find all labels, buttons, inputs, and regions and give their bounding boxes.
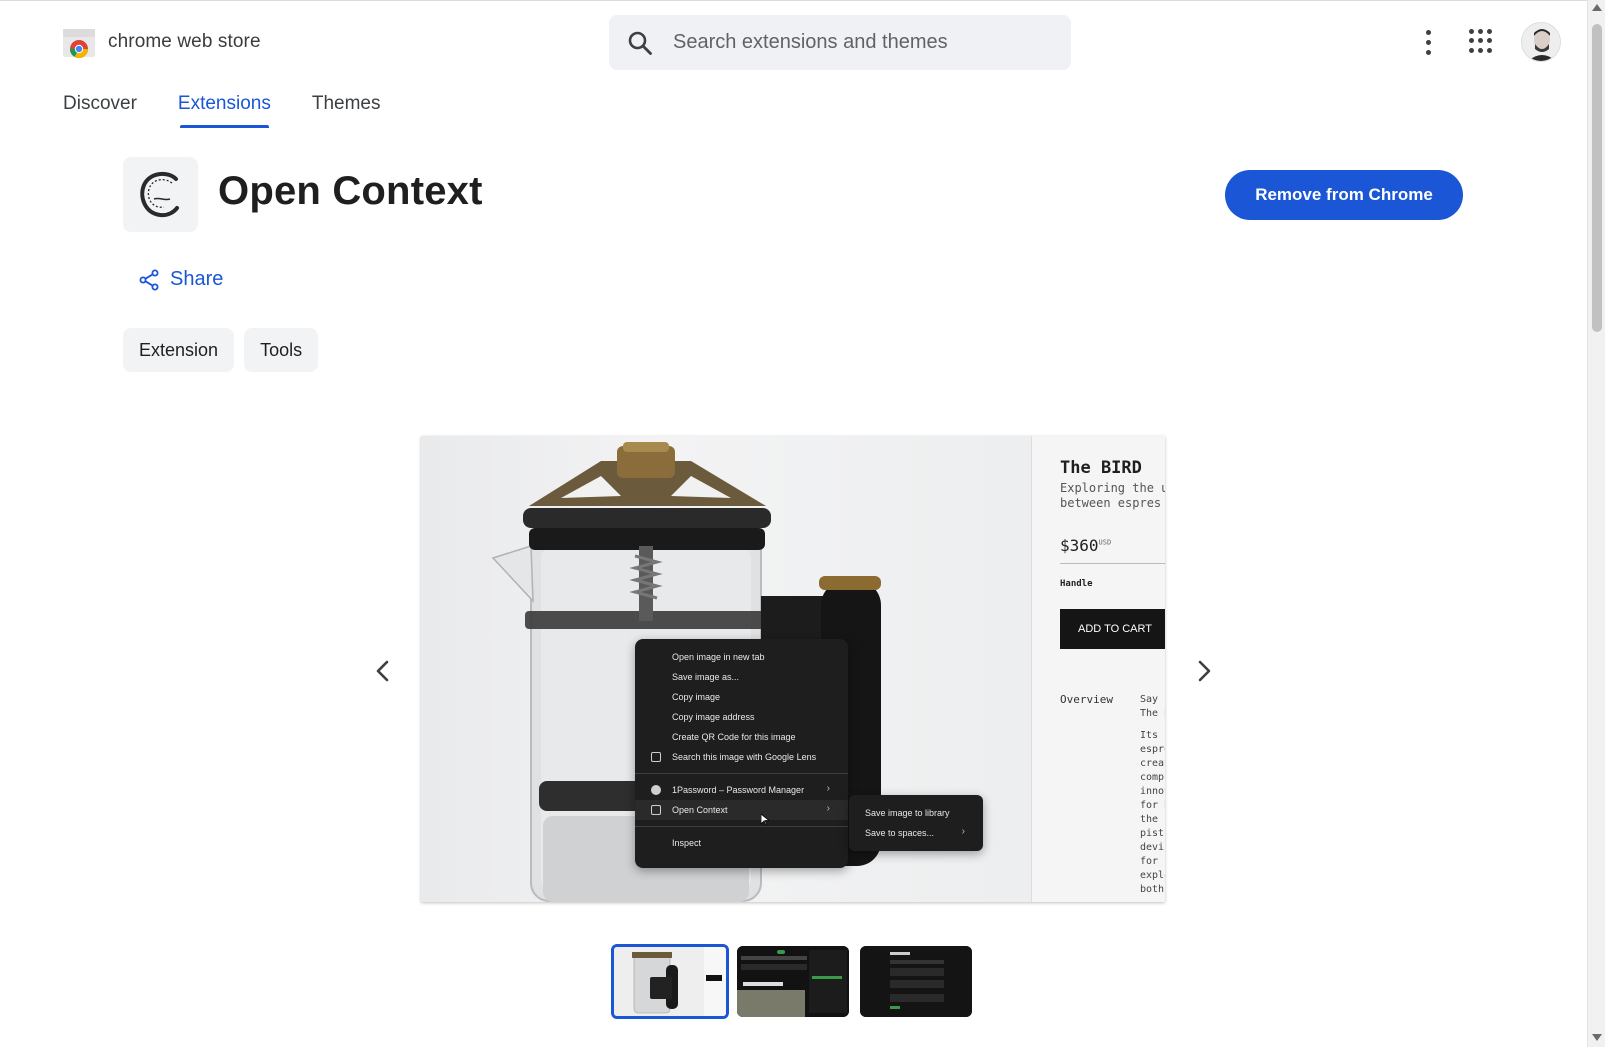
thumbnail-1[interactable] <box>611 944 729 1019</box>
avatar[interactable] <box>1521 22 1561 62</box>
google-lens-icon <box>651 752 661 762</box>
overview-line: pistc <box>1140 828 1165 839</box>
menu-divider <box>635 773 848 774</box>
chip-extension[interactable]: Extension <box>123 328 235 372</box>
share-label: Share <box>170 268 224 290</box>
category-chips: Extension Tools <box>123 328 328 372</box>
product-subtitle-line: between espres <box>1060 496 1162 510</box>
screenshot-main: The BIRD Exploring the ur between espres… <box>421 436 1165 902</box>
context-menu-item: Copy image address <box>635 707 848 727</box>
product-subtitle-line: Exploring the ur <box>1060 481 1165 495</box>
context-menu-label: Save image as... <box>672 672 740 682</box>
menu-divider <box>635 826 848 827</box>
tab-discover[interactable]: Discover <box>63 93 137 127</box>
context-menu-item: Search this image with Google Lens <box>635 747 848 767</box>
overview-line: for B <box>1140 800 1165 811</box>
share-button[interactable]: Share <box>138 268 223 291</box>
open-context-icon <box>651 805 661 815</box>
handle-label: Handle <box>1060 579 1093 589</box>
avatar-image <box>1522 23 1560 61</box>
context-menu-item: Inspect <box>635 833 848 853</box>
context-submenu: Save image to library Save to spaces... › <box>849 795 983 851</box>
password-manager-icon <box>651 785 661 795</box>
context-menu-label: 1Password – Password Manager <box>672 785 805 795</box>
overview-line: explo <box>1140 870 1165 881</box>
overview-line: espre <box>1140 744 1165 755</box>
store-name: chrome web store <box>108 31 261 52</box>
product-subtitle: Exploring the ur between espres <box>1060 481 1165 511</box>
product-sidebar: The BIRD Exploring the ur between espres… <box>1031 436 1165 902</box>
tab-themes[interactable]: Themes <box>312 93 381 127</box>
overview-line: Say h <box>1140 694 1165 705</box>
submenu-label: Save to spaces... <box>865 828 935 838</box>
context-menu-item: 1Password – Password Manager › <box>635 780 848 800</box>
price-currency: USD <box>1098 538 1112 547</box>
more-vert-icon[interactable] <box>1418 25 1438 59</box>
context-menu-label: Search this image with Google Lens <box>672 752 817 762</box>
thumbnail-image <box>737 946 849 1017</box>
overview-line: both <box>1140 884 1165 895</box>
chevron-right-icon: › <box>826 783 830 794</box>
overview-line: comp <box>1140 772 1165 783</box>
chip-tools[interactable]: Tools <box>244 328 319 372</box>
remove-from-chrome-button[interactable]: Remove from Chrome <box>1225 170 1463 220</box>
tab-extensions[interactable]: Extensions <box>178 93 271 128</box>
search-bar[interactable]: Search extensions and themes <box>609 15 1071 70</box>
share-icon <box>139 269 159 290</box>
overview-line: the f <box>1140 814 1165 825</box>
overview-line: creat <box>1140 758 1165 769</box>
context-menu-label: Create QR Code for this image <box>672 732 796 742</box>
context-menu-item: Save image as... <box>635 667 848 687</box>
overview-text: Say h The B Its ur espre creat comp inno… <box>1140 693 1165 897</box>
overview-line: innov <box>1140 786 1165 797</box>
search-input[interactable]: Search extensions and themes <box>673 31 948 54</box>
thumbnail-image <box>860 946 972 1017</box>
divider <box>1060 563 1165 564</box>
extension-title: Open Context <box>218 169 483 213</box>
thumbnail-image <box>614 947 726 1016</box>
add-to-cart-button: ADD TO CART <box>1060 609 1165 649</box>
scroll-up-arrow-icon[interactable] <box>1592 4 1602 11</box>
mouse-cursor-icon <box>761 814 769 826</box>
product-price: $360USD <box>1060 536 1111 555</box>
context-menu-label: Copy image address <box>672 712 755 722</box>
context-menu-item: Open Context › <box>635 800 848 820</box>
chevron-right-icon: › <box>826 803 830 814</box>
chevron-right-icon[interactable] <box>1191 658 1217 684</box>
open-context-logo-icon <box>139 171 179 217</box>
context-menu-item: Open image in new tab <box>635 647 848 667</box>
main-nav: Discover Extensions Themes <box>63 93 422 128</box>
context-menu-label: Copy image <box>672 692 721 702</box>
overview-line: devic <box>1140 842 1165 853</box>
search-icon <box>628 31 652 55</box>
store-logo[interactable]: chrome web store <box>61 25 261 59</box>
context-menu-label: Open Context <box>672 805 728 815</box>
submenu-label: Save image to library <box>865 808 950 818</box>
submenu-item: Save to spaces... › <box>849 823 983 843</box>
thumbnail-3[interactable] <box>860 946 972 1017</box>
thumbnail-2[interactable] <box>737 946 849 1017</box>
context-menu-item: Create QR Code for this image <box>635 727 848 747</box>
chevron-right-icon: › <box>961 826 965 837</box>
context-menu-item: Copy image <box>635 687 848 707</box>
context-menu: Open image in new tab Save image as... C… <box>635 639 848 868</box>
price-value: $360 <box>1060 536 1099 555</box>
chrome-logo-icon <box>63 29 95 59</box>
apps-grid-icon[interactable] <box>1469 29 1493 53</box>
vertical-scrollbar[interactable] <box>1587 0 1605 1047</box>
extension-icon <box>123 157 198 232</box>
chrome-web-store-page: chrome web store Search extensions and t… <box>0 0 1587 1047</box>
context-menu-label: Inspect <box>672 838 702 848</box>
overview-line: Its ur <box>1140 730 1165 741</box>
submenu-item: Save image to library <box>849 803 983 823</box>
overview-line: The B <box>1140 708 1165 719</box>
context-menu-label: Open image in new tab <box>672 652 765 662</box>
chevron-left-icon[interactable] <box>370 658 396 684</box>
product-title: The BIRD <box>1060 458 1142 478</box>
overview-line: for b <box>1140 856 1165 867</box>
overview-label: Overview <box>1060 693 1113 706</box>
scrollbar-thumb[interactable] <box>1592 24 1602 332</box>
scroll-down-arrow-icon[interactable] <box>1592 1034 1602 1041</box>
